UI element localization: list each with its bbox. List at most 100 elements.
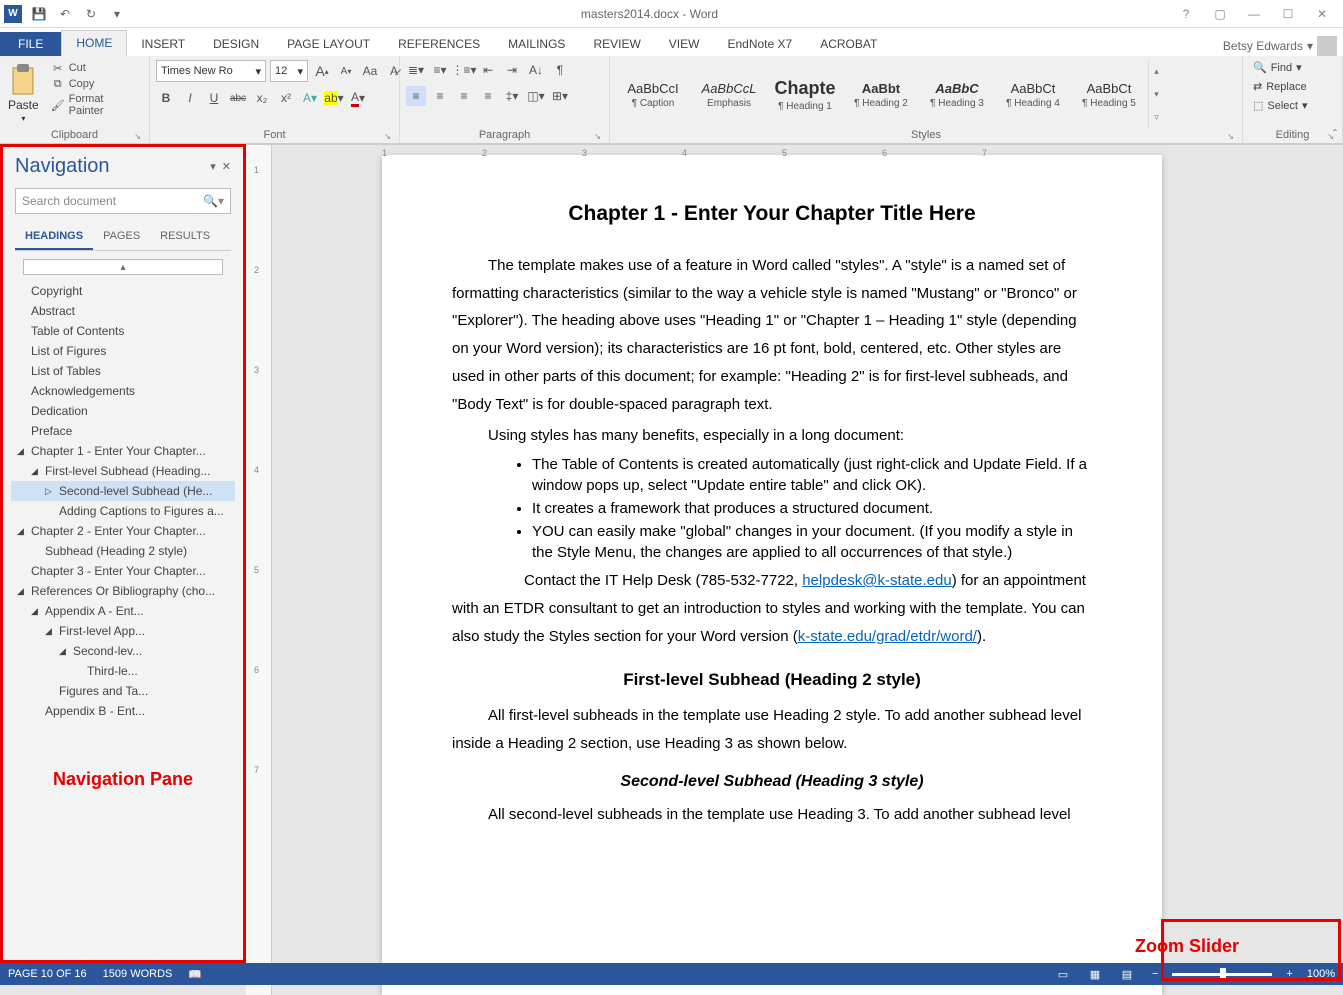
nav-heading-item[interactable]: ▷Second-level Subhead (He... bbox=[11, 481, 235, 501]
nav-heading-item[interactable]: Adding Captions to Figures a... bbox=[11, 501, 235, 521]
align-left-button[interactable]: ≡ bbox=[406, 86, 426, 106]
ribbon-options-button[interactable]: ▢ bbox=[1207, 3, 1233, 25]
horizontal-ruler[interactable]: 1234567 bbox=[272, 144, 1343, 145]
qat-customize-button[interactable]: ▾ bbox=[108, 5, 126, 23]
multilevel-button[interactable]: ⋮≡▾ bbox=[454, 60, 474, 80]
cut-button[interactable]: ✂Cut bbox=[47, 60, 143, 76]
tab-page-layout[interactable]: PAGE LAYOUT bbox=[273, 32, 384, 56]
proofing-button[interactable]: 📖 bbox=[188, 968, 202, 981]
style-item[interactable]: AaBbCt¶ Heading 4 bbox=[996, 60, 1070, 129]
read-mode-button[interactable]: ▭ bbox=[1052, 965, 1074, 983]
strike-button[interactable]: abc bbox=[228, 88, 248, 108]
helpdesk-email-link[interactable]: helpdesk@k-state.edu bbox=[802, 572, 951, 589]
document-page[interactable]: Chapter 1 - Enter Your Chapter Title Her… bbox=[382, 155, 1162, 995]
style-item[interactable]: AaBbt¶ Heading 2 bbox=[844, 60, 918, 129]
nav-heading-item[interactable]: Figures and Ta... bbox=[11, 681, 235, 701]
align-center-button[interactable]: ≡ bbox=[430, 86, 450, 106]
grow-font-button[interactable]: A▴ bbox=[312, 61, 332, 81]
show-marks-button[interactable]: ¶ bbox=[550, 60, 570, 80]
nav-heading-item[interactable]: ◢References Or Bibliography (cho... bbox=[11, 581, 235, 601]
font-name-combo[interactable]: Times New Ro▾ bbox=[156, 60, 266, 82]
sort-button[interactable]: A↓ bbox=[526, 60, 546, 80]
copy-button[interactable]: ⧉Copy bbox=[47, 76, 143, 92]
decrease-indent-button[interactable]: ⇤ bbox=[478, 60, 498, 80]
web-layout-button[interactable]: ▤ bbox=[1116, 965, 1138, 983]
font-size-combo[interactable]: 12▾ bbox=[270, 60, 308, 82]
close-button[interactable]: ✕ bbox=[1309, 3, 1335, 25]
nav-heading-item[interactable]: List of Tables bbox=[11, 361, 235, 381]
replace-button[interactable]: ⇄Replace bbox=[1249, 79, 1312, 94]
tab-design[interactable]: DESIGN bbox=[199, 32, 273, 56]
italic-button[interactable]: I bbox=[180, 88, 200, 108]
etdr-link[interactable]: k-state.edu/grad/etdr/word/ bbox=[798, 628, 977, 645]
select-button[interactable]: ⬚Select▾ bbox=[1249, 98, 1312, 113]
gallery-scroll-button[interactable]: ▾ bbox=[1149, 86, 1164, 104]
font-color-button[interactable]: A▾ bbox=[348, 88, 368, 108]
justify-button[interactable]: ≡ bbox=[478, 86, 498, 106]
subscript-button[interactable]: x₂ bbox=[252, 88, 272, 108]
nav-heading-item[interactable]: Acknowledgements bbox=[11, 381, 235, 401]
file-tab[interactable]: FILE bbox=[0, 32, 61, 56]
nav-heading-item[interactable]: Copyright bbox=[11, 281, 235, 301]
text-effects-button[interactable]: A▾ bbox=[300, 88, 320, 108]
help-button[interactable]: ? bbox=[1173, 3, 1199, 25]
nav-heading-item[interactable]: Third-le... bbox=[11, 661, 235, 681]
style-item[interactable]: Chapte¶ Heading 1 bbox=[768, 60, 842, 129]
nav-heading-item[interactable]: ◢Second-lev... bbox=[11, 641, 235, 661]
shrink-font-button[interactable]: A▾ bbox=[336, 61, 356, 81]
tab-references[interactable]: REFERENCES bbox=[384, 32, 494, 56]
nav-heading-item[interactable]: Subhead (Heading 2 style) bbox=[11, 541, 235, 561]
shading-button[interactable]: ◫▾ bbox=[526, 86, 546, 106]
maximize-button[interactable]: ☐ bbox=[1275, 3, 1301, 25]
vertical-ruler[interactable]: 1234567 bbox=[246, 145, 272, 995]
print-layout-button[interactable]: ▦ bbox=[1084, 965, 1106, 983]
avatar[interactable] bbox=[1317, 36, 1337, 56]
tab-acrobat[interactable]: ACROBAT bbox=[806, 32, 891, 56]
style-item[interactable]: AaBbC¶ Heading 3 bbox=[920, 60, 994, 129]
nav-close-button[interactable]: ✕ bbox=[222, 160, 231, 173]
styles-gallery[interactable]: AaBbCcI¶ CaptionAaBbCcLEmphasisChapte¶ H… bbox=[616, 60, 1236, 129]
nav-heading-item[interactable]: Table of Contents bbox=[11, 321, 235, 341]
qat-redo-button[interactable]: ↻ bbox=[82, 5, 100, 23]
nav-heading-item[interactable]: ◢Chapter 2 - Enter Your Chapter... bbox=[11, 521, 235, 541]
tab-endnote[interactable]: EndNote X7 bbox=[713, 32, 806, 56]
bold-button[interactable]: B bbox=[156, 88, 176, 108]
page-indicator[interactable]: PAGE 10 OF 16 bbox=[8, 968, 87, 980]
bullets-button[interactable]: ≣▾ bbox=[406, 60, 426, 80]
nav-heading-item[interactable]: Chapter 3 - Enter Your Chapter... bbox=[11, 561, 235, 581]
increase-indent-button[interactable]: ⇥ bbox=[502, 60, 522, 80]
nav-search-input[interactable]: Search document 🔍▾ bbox=[15, 188, 231, 214]
tab-insert[interactable]: INSERT bbox=[127, 32, 199, 56]
qat-undo-button[interactable]: ↶ bbox=[56, 5, 74, 23]
nav-heading-item[interactable]: Preface bbox=[11, 421, 235, 441]
tab-review[interactable]: REVIEW bbox=[579, 32, 654, 56]
nav-heading-item[interactable]: ◢First-level App... bbox=[11, 621, 235, 641]
line-spacing-button[interactable]: ‡▾ bbox=[502, 86, 522, 106]
nav-tab-pages[interactable]: PAGES bbox=[93, 224, 150, 250]
collapse-ribbon-button[interactable]: ˆ bbox=[1333, 127, 1337, 141]
nav-heading-item[interactable]: ◢First-level Subhead (Heading... bbox=[11, 461, 235, 481]
paste-button[interactable]: Paste ▾ bbox=[6, 60, 41, 125]
nav-collapse-all-button[interactable]: ▴ bbox=[23, 259, 223, 275]
nav-heading-item[interactable]: List of Figures bbox=[11, 341, 235, 361]
highlight-button[interactable]: ab▾ bbox=[324, 88, 344, 108]
format-painter-button[interactable]: 🖌Format Painter bbox=[47, 92, 143, 118]
nav-heading-item[interactable]: Abstract bbox=[11, 301, 235, 321]
nav-tab-results[interactable]: RESULTS bbox=[150, 224, 220, 250]
user-name[interactable]: Betsy Edwards bbox=[1223, 39, 1303, 53]
tab-mailings[interactable]: MAILINGS bbox=[494, 32, 579, 56]
gallery-scroll-button[interactable]: ▴ bbox=[1149, 63, 1164, 81]
nav-heading-item[interactable]: Dedication bbox=[11, 401, 235, 421]
nav-tab-headings[interactable]: HEADINGS bbox=[15, 224, 93, 250]
borders-button[interactable]: ⊞▾ bbox=[550, 86, 570, 106]
user-dropdown-icon[interactable]: ▾ bbox=[1307, 39, 1313, 53]
style-item[interactable]: AaBbCt¶ Heading 5 bbox=[1072, 60, 1146, 129]
nav-heading-item[interactable]: Appendix B - Ent... bbox=[11, 701, 235, 721]
nav-heading-item[interactable]: ◢Appendix A - Ent... bbox=[11, 601, 235, 621]
gallery-scroll-button[interactable]: ▿ bbox=[1149, 109, 1164, 127]
nav-options-button[interactable]: ▾ bbox=[210, 160, 216, 173]
underline-button[interactable]: U bbox=[204, 88, 224, 108]
find-button[interactable]: 🔍Find▾ bbox=[1249, 60, 1312, 75]
qat-save-button[interactable]: 💾 bbox=[30, 5, 48, 23]
style-item[interactable]: AaBbCcLEmphasis bbox=[692, 60, 766, 129]
